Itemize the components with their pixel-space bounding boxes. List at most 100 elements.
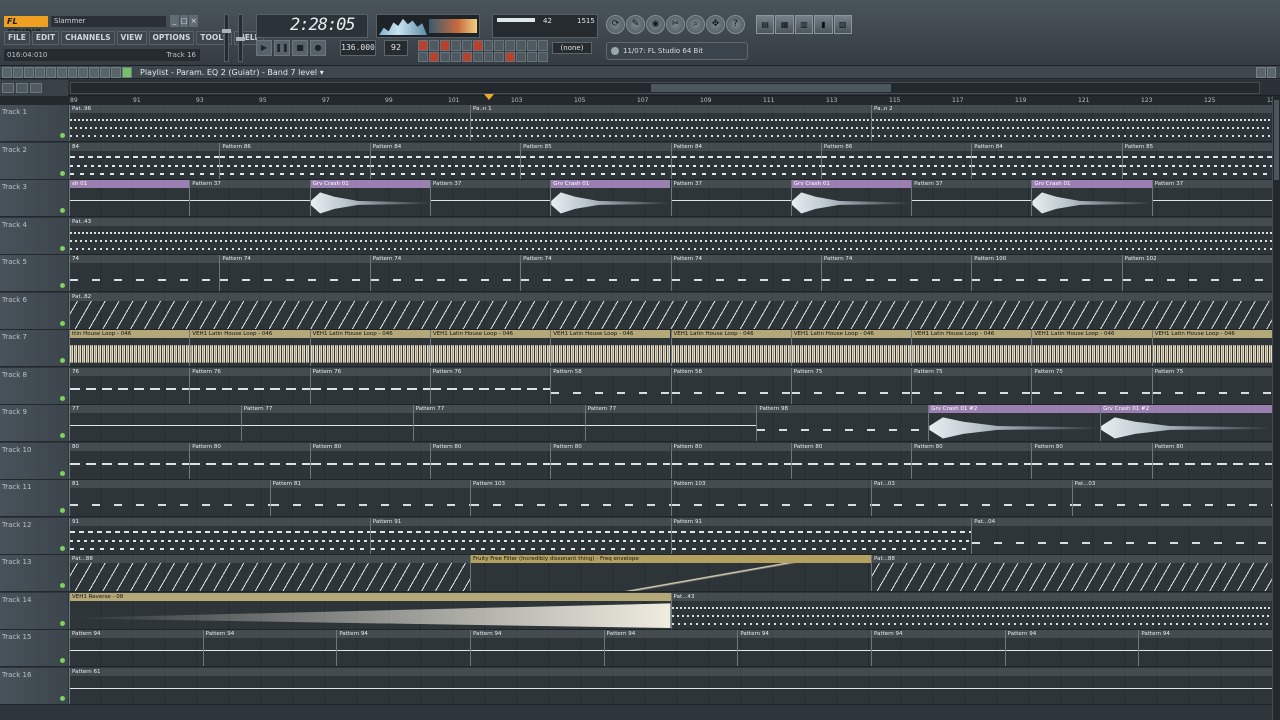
pattern-clip[interactable]: 77	[69, 405, 241, 441]
playhead-marker[interactable]	[484, 94, 494, 100]
track-header[interactable]: Track 12	[0, 517, 68, 555]
track-lane[interactable]: 81 Pattern 81 Pattern 103 Pattern 103 Pat...…	[69, 480, 1272, 517]
play-button[interactable]: ▶	[256, 40, 272, 56]
track-enable-icon[interactable]	[60, 695, 65, 701]
pattern-clip[interactable]: VEH1 Latin House Loop - 046	[1151, 330, 1272, 366]
track-enable-icon[interactable]	[60, 433, 65, 438]
scroll-thumb[interactable]	[651, 84, 891, 92]
pattern-clip[interactable]: 91	[69, 517, 370, 554]
pattern-clip[interactable]: Pattern 102	[1121, 255, 1272, 291]
tool-icon[interactable]	[472, 51, 483, 62]
pattern-clip[interactable]: Pattern 80	[429, 442, 551, 479]
pencil-icon[interactable]	[23, 67, 34, 78]
pattern-clip[interactable]: Pattern 76	[189, 367, 310, 404]
tool-record-icon[interactable]	[461, 51, 472, 62]
select-icon[interactable]	[89, 67, 100, 78]
tool-icon[interactable]	[418, 51, 428, 62]
horizontal-scrollbar[interactable]	[70, 82, 1260, 94]
pattern-clip[interactable]: Pattern 37	[429, 180, 551, 216]
pattern-clip[interactable]: Pattern 80	[670, 442, 791, 479]
track-lane[interactable]: 80 Pattern 80 Pattern 80 Pattern 80 Pattern …	[69, 442, 1272, 480]
track-enable-icon[interactable]	[60, 245, 65, 251]
track-lane[interactable]: ttin House Loop - 046 VEH1 Latin House Lo…	[69, 330, 1272, 367]
pattern-clip[interactable]: Pattern 75	[911, 367, 1032, 404]
pattern-clip[interactable]: Pattern 100	[971, 255, 1122, 291]
zoom-icon[interactable]	[100, 67, 111, 78]
pattern-clip[interactable]: Pattern 94	[871, 630, 1005, 666]
pattern-clip[interactable]: Pattern 86	[219, 142, 370, 179]
pattern-clip[interactable]: 84	[69, 142, 220, 179]
track-enable-icon[interactable]	[60, 583, 65, 588]
menu-file[interactable]: FILE	[4, 31, 30, 45]
track-enable-icon[interactable]	[60, 208, 65, 213]
pattern-clip[interactable]: Pattern 103	[670, 480, 871, 516]
move-icon[interactable]: ✥	[706, 15, 725, 34]
pattern-clip[interactable]: Pat..96	[69, 105, 470, 141]
track-enable-icon[interactable]	[60, 170, 65, 176]
pattern-clip[interactable]: Pat..82	[69, 292, 1272, 329]
track-header[interactable]: Track 11	[0, 480, 68, 517]
track-enable-icon[interactable]	[60, 470, 65, 476]
step-sequencer-icon[interactable]: ▦	[775, 15, 794, 34]
pattern-clip[interactable]: Pattern 94	[202, 630, 337, 666]
header-tool-icon[interactable]	[16, 83, 28, 93]
track-enable-icon[interactable]	[60, 133, 65, 138]
tool-icon[interactable]	[527, 40, 538, 51]
pattern-clip[interactable]: Grv Crash 01 #2	[928, 405, 1101, 441]
pattern-clip[interactable]: Pattern 94	[737, 630, 871, 666]
pattern-clip[interactable]: 80	[69, 442, 190, 479]
snap-selector[interactable]: (none)	[552, 42, 592, 54]
track-header[interactable]: Track 16	[0, 667, 68, 705]
track-lane[interactable]: 84 Pattern 86 Pattern 84 Pattern 85 Pattern …	[69, 142, 1272, 180]
track-header[interactable]: Track 15	[0, 630, 68, 667]
track-enable-icon[interactable]	[60, 658, 65, 663]
pattern-clip[interactable]: Pattern 58	[550, 367, 671, 404]
tool-icon[interactable]	[439, 51, 450, 62]
pattern-clip[interactable]: Pattern 85	[520, 142, 671, 179]
menu-view[interactable]: VIEW	[116, 31, 147, 45]
pattern-clip[interactable]: Pattern 77	[584, 405, 757, 441]
track-header[interactable]: Track 14	[0, 592, 68, 630]
pattern-clip[interactable]: Pattern 37	[189, 180, 310, 216]
pattern-clip[interactable]: VEH1 Reverse - 08	[69, 592, 671, 629]
record-icon[interactable]: ◉	[646, 15, 665, 34]
pattern-clip[interactable]: Pattern 37	[670, 180, 791, 216]
pattern-clip[interactable]: Grv Crash 01	[1031, 180, 1152, 216]
pattern-clip[interactable]: Pattern 75	[1031, 367, 1152, 404]
track-lane[interactable]: 91 Pattern 91 Pattern 91 Pat...04	[69, 517, 1272, 555]
track-lane[interactable]: 74 Pattern 74 Pattern 74 Pattern 74 Pattern …	[69, 255, 1272, 292]
header-tool-icon[interactable]	[2, 83, 14, 93]
pattern-clip[interactable]: Pattern 75	[790, 367, 912, 404]
track-lane[interactable]: 77 Pattern 77 Pattern 77 Pattern 77 Pattern …	[69, 405, 1272, 442]
pattern-clip[interactable]: Pattern 76	[309, 367, 430, 404]
brush-icon[interactable]	[34, 67, 45, 78]
track-header[interactable]: Track 1	[0, 105, 68, 142]
tool-icon[interactable]	[538, 40, 548, 51]
pattern-clip[interactable]: Pattern 94	[69, 630, 203, 666]
tool-record-icon[interactable]	[418, 40, 428, 51]
pattern-clip[interactable]: Pattern 94	[470, 630, 604, 666]
track-header[interactable]: Track 4	[0, 217, 68, 255]
pattern-clip[interactable]: Pattern 94	[1004, 630, 1139, 666]
pattern-clip[interactable]: Grv Crash 01	[550, 180, 671, 216]
track-header[interactable]: Track 8	[0, 367, 68, 405]
track-header[interactable]: Track 13	[0, 555, 68, 592]
pattern-clip[interactable]: Pattern 91	[670, 517, 972, 554]
tool-icon[interactable]	[483, 51, 494, 62]
tool-icon[interactable]	[538, 51, 548, 62]
track-lane[interactable]: Pattern 61	[69, 667, 1272, 705]
pattern-clip[interactable]: Pattern 86	[820, 142, 972, 179]
pattern-clip[interactable]: Pa..n 1	[470, 105, 871, 141]
pattern-icon[interactable]	[122, 67, 133, 78]
track-lane[interactable]: sh 01 Pattern 37 Grv Crash 01 Pattern 37 Grv…	[69, 180, 1272, 217]
track-header[interactable]: Track 5	[0, 255, 68, 292]
track-enable-icon[interactable]	[60, 320, 65, 326]
tool-record-icon[interactable]	[505, 51, 516, 62]
pattern-clip[interactable]: Pattern 80	[189, 442, 310, 479]
pattern-clip[interactable]: Pattern 80	[790, 442, 912, 479]
delete-icon[interactable]	[45, 67, 56, 78]
tool-icon[interactable]	[461, 40, 472, 51]
pattern-clip[interactable]: VEH1 Latin House Loop - 046	[309, 330, 430, 366]
news-panel[interactable]: 11/07: FL Studio 64 Bit	[606, 42, 748, 60]
pattern-clip[interactable]: Pattern 77	[240, 405, 413, 441]
